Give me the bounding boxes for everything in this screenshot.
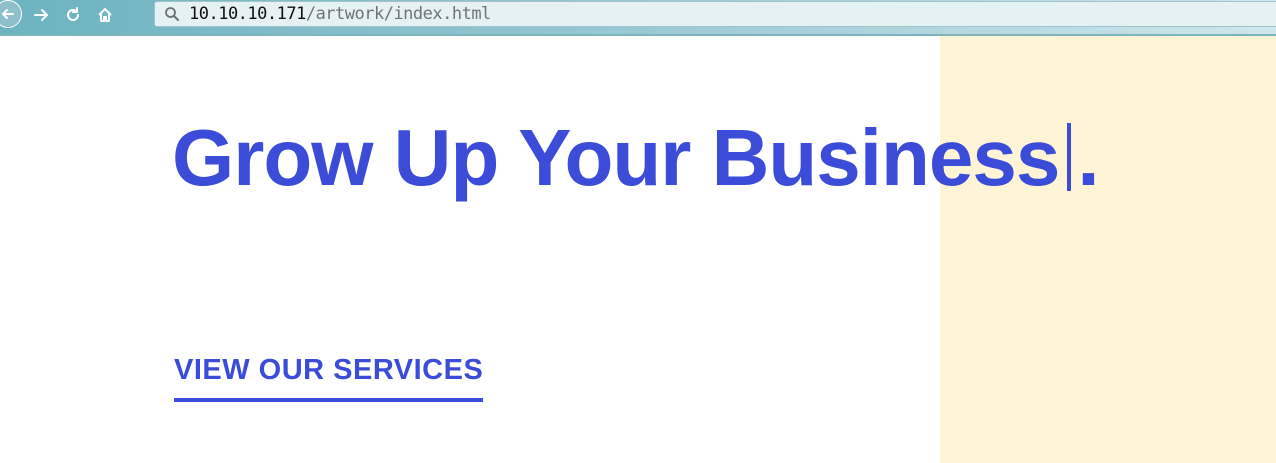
forward-button[interactable] [29,3,53,27]
url-path: /artwork/index.html [305,4,491,24]
address-bar[interactable]: 10.10.10.171/artwork/index.html [154,1,1276,27]
browser-toolbar: 10.10.10.171/artwork/index.html [0,0,1276,36]
arrow-left-icon [0,6,16,22]
accent-panel [940,36,1276,463]
url-text[interactable]: 10.10.10.171/artwork/index.html [189,4,491,24]
hero-title-suffix: . [1077,113,1099,202]
url-host: 10.10.10.171 [189,4,306,24]
view-services-link[interactable]: VIEW OUR SERVICES [174,352,484,402]
back-button[interactable] [0,0,22,28]
home-icon [96,6,114,24]
hero-title-text: Grow Up Your Business [172,113,1060,202]
home-button[interactable] [93,3,117,27]
arrow-right-icon [32,6,50,24]
search-icon [163,5,181,23]
reload-button[interactable] [61,3,85,27]
reload-icon [64,6,82,24]
hero-title: Grow Up Your Business. [172,112,1100,204]
page-content: Grow Up Your Business. VIEW OUR SERVICES [0,36,1276,463]
typing-caret [1067,123,1072,191]
